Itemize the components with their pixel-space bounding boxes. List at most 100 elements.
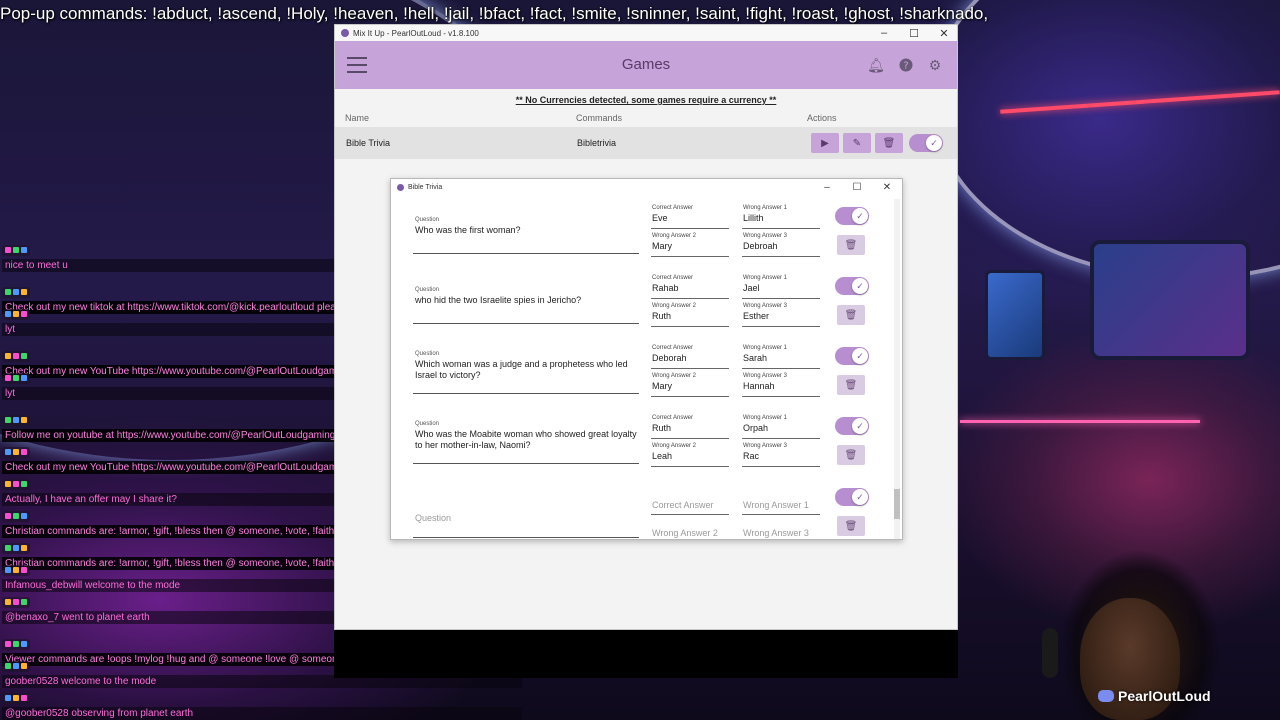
chat-user-badges (2, 286, 30, 298)
badge-icon (5, 481, 11, 487)
bell-icon[interactable]: 🔔︎ (865, 54, 887, 76)
game-enabled-toggle[interactable]: ✓ (909, 134, 943, 152)
badge-icon (5, 599, 11, 605)
wrong-answer-2-field[interactable]: Wrong Answer 2 Ruth (651, 303, 729, 327)
dialog-scrollbar[interactable] (894, 199, 900, 539)
check-icon: ✓ (852, 278, 868, 294)
dialog-close-button[interactable]: ✕ (872, 179, 902, 195)
wrong-answer-3-field[interactable]: Wrong Answer 3 (742, 519, 820, 539)
field-value: Lillith (743, 213, 764, 223)
page-title: Games (621, 56, 671, 73)
chat-user-badges (2, 446, 30, 458)
close-button[interactable]: ✕ (929, 25, 959, 41)
badge-icon (5, 353, 11, 359)
scrollbar-thumb[interactable] (894, 489, 900, 519)
trash-icon: 🗑︎ (844, 379, 858, 391)
correct-answer-field[interactable]: Correct Answer Ruth (651, 415, 729, 439)
badge-icon (21, 641, 27, 647)
currency-notice[interactable]: ** No Currencies detected, some games re… (335, 95, 957, 107)
badge-icon (5, 641, 11, 647)
chat-message-text: @goober0528 observing from planet earth (2, 707, 522, 720)
wrong-answer-2-field[interactable]: Wrong Answer 2 (651, 519, 729, 539)
wrong-answer-3-field[interactable]: Wrong Answer 3 Hannah (742, 373, 820, 397)
wrong-answer-3-field[interactable]: Wrong Answer 3 Esther (742, 303, 820, 327)
app-logo-icon (341, 29, 349, 37)
delete-question-button[interactable]: 🗑︎ (837, 516, 865, 536)
question-enabled-toggle[interactable]: ✓ (835, 417, 869, 435)
field-label: Wrong Answer 2 (652, 373, 696, 379)
delete-question-button[interactable]: 🗑︎ (837, 305, 865, 325)
correct-answer-field[interactable]: Correct Answer Deborah (651, 345, 729, 369)
dialog-minimize-button[interactable]: – (812, 179, 842, 195)
delete-button[interactable]: 🗑︎ (875, 133, 903, 153)
dialog-maximize-button[interactable]: ☐ (842, 179, 872, 195)
field-value: Ruth (652, 311, 672, 321)
question-text[interactable]: Who was the Moabite woman who showed gre… (415, 429, 637, 451)
wrong-answer-1-field[interactable]: Wrong Answer 1 Lillith (742, 205, 820, 229)
field-value: Leah (652, 451, 673, 461)
wrong-answer-2-field[interactable]: Wrong Answer 2 Leah (651, 443, 729, 467)
gear-icon[interactable]: ⚙ (924, 54, 946, 76)
badge-icon (13, 641, 19, 647)
field-label: Correct Answer (652, 415, 694, 421)
games-column-headers: Name Commands Actions (335, 107, 957, 127)
discord-handle: PearlOutLoud (1118, 688, 1211, 704)
correct-answer-field[interactable]: Correct Answer Rahab (651, 275, 729, 299)
check-icon: ✓ (852, 208, 868, 224)
badge-icon (5, 417, 11, 423)
neon-strip (960, 420, 1200, 423)
field-value: Debroah (743, 241, 778, 251)
delete-question-button[interactable]: 🗑︎ (837, 235, 865, 255)
table-row[interactable]: Bible Trivia Bibletrivia ▶ ✎ 🗑︎ ✓ (335, 127, 957, 159)
question-text[interactable]: Which woman was a judge and a prophetess… (415, 359, 637, 381)
question-enabled-toggle[interactable]: ✓ (835, 488, 869, 506)
question-enabled-toggle[interactable]: ✓ (835, 347, 869, 365)
minimize-button[interactable]: – (869, 25, 899, 41)
edit-button[interactable]: ✎ (843, 133, 871, 153)
question-text[interactable]: who hid the two Israelite spies in Jeric… (415, 295, 637, 306)
window-title: Mix It Up - PearlOutLoud - v1.8.100 (353, 28, 479, 38)
new-question-row: Question Correct Answer Wrong Answer 1 W… (391, 485, 891, 539)
wrong-answer-1-field[interactable]: Wrong Answer 1 Orpah (742, 415, 820, 439)
wrong-answer-3-field[interactable]: Wrong Answer 3 Rac (742, 443, 820, 467)
space-window (1090, 240, 1250, 360)
question-field-placeholder[interactable]: Question (415, 513, 637, 524)
window-titlebar: Mix It Up - PearlOutLoud - v1.8.100 – ☐ … (335, 25, 957, 41)
wrong-answer-1-field[interactable]: Wrong Answer 1 Jael (742, 275, 820, 299)
badge-icon (21, 567, 27, 573)
badge-icon (13, 599, 19, 605)
badge-icon (21, 599, 27, 605)
delete-question-button[interactable]: 🗑︎ (837, 375, 865, 395)
question-enabled-toggle[interactable]: ✓ (835, 277, 869, 295)
delete-question-button[interactable]: 🗑︎ (837, 445, 865, 465)
chat-user-badges (2, 692, 30, 704)
field-label: Correct Answer (652, 205, 694, 211)
question-label: Question (415, 351, 440, 357)
badge-icon (5, 545, 11, 551)
chat-message: @goober0528 observing from planet earth (2, 688, 522, 720)
wrong-answer-1-field[interactable]: Wrong Answer 1 (742, 491, 820, 515)
question-text[interactable]: Who was the first woman? (415, 225, 637, 236)
chat-user-badges (2, 564, 30, 576)
trash-icon: 🗑︎ (844, 309, 858, 321)
question-row: Question Which woman was a judge and a pr… (391, 343, 891, 409)
question-enabled-toggle[interactable]: ✓ (835, 207, 869, 225)
badge-icon (13, 311, 19, 317)
correct-answer-field[interactable]: Correct Answer Eve (651, 205, 729, 229)
help-icon[interactable]: ? (895, 54, 917, 76)
question-underline (413, 253, 639, 254)
wrong-answer-1-field[interactable]: Wrong Answer 1 Sarah (742, 345, 820, 369)
field-label: Correct Answer (652, 275, 694, 281)
field-label: Wrong Answer 3 (743, 233, 787, 239)
field-value: Rahab (652, 283, 679, 293)
chat-user-badges (2, 660, 30, 672)
wrong-answer-3-field[interactable]: Wrong Answer 3 Debroah (742, 233, 820, 257)
play-button[interactable]: ▶ (811, 133, 839, 153)
wrong-answer-2-field[interactable]: Wrong Answer 2 Mary (651, 233, 729, 257)
badge-icon (21, 513, 27, 519)
correct-answer-field[interactable]: Correct Answer (651, 491, 729, 515)
maximize-button[interactable]: ☐ (899, 25, 929, 41)
wrong-answer-2-field[interactable]: Wrong Answer 2 Mary (651, 373, 729, 397)
badge-icon (5, 375, 11, 381)
chat-user-badges (2, 478, 30, 490)
